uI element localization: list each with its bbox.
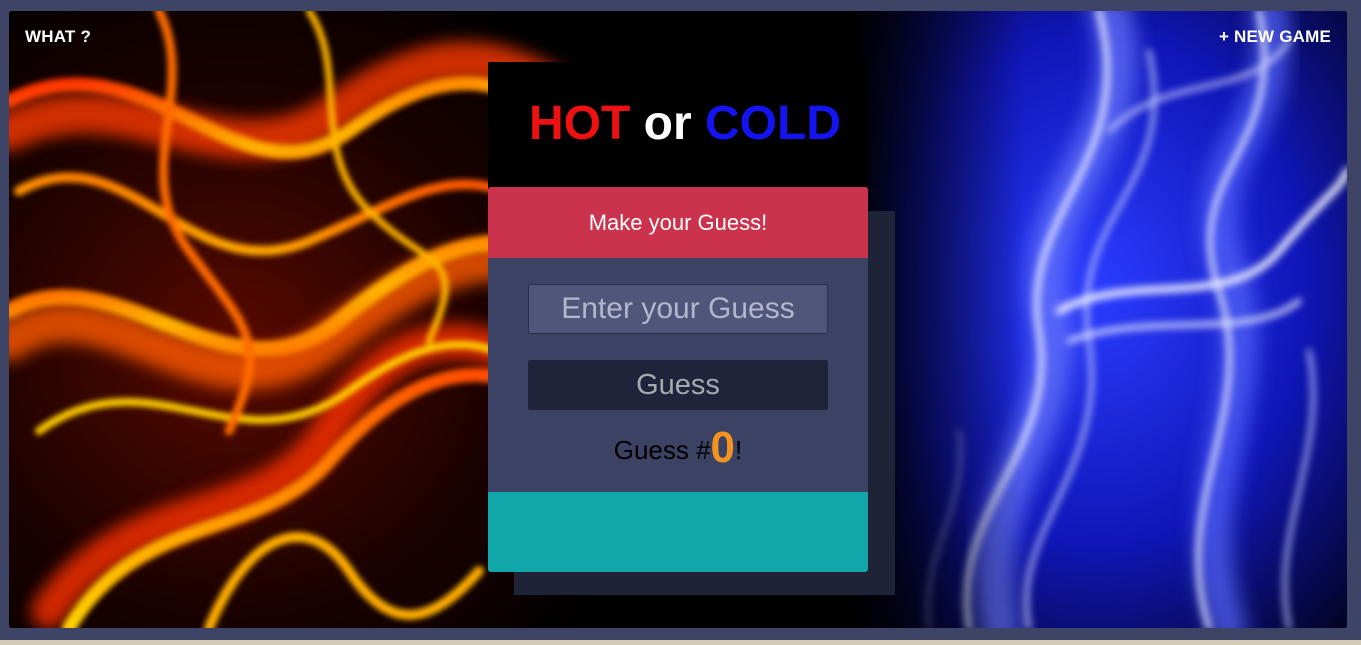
title-box: HOT or COLD (488, 62, 868, 192)
guess-count-value: 0 (710, 423, 736, 472)
guess-card: Make your Guess! Guess Guess #0! (488, 187, 868, 572)
card-header: Make your Guess! (488, 187, 868, 258)
guess-count-suffix: ! (735, 435, 743, 465)
what-link[interactable]: WHAT ? (25, 27, 91, 47)
title-cold: COLD (705, 97, 841, 150)
feedback-panel (488, 492, 868, 572)
smoke-background (849, 11, 1347, 628)
guess-input[interactable] (528, 284, 828, 334)
guess-button[interactable]: Guess (528, 360, 828, 410)
card-header-text: Make your Guess! (588, 209, 768, 235)
title-hot: HOT (529, 97, 631, 150)
guess-count-prefix: Guess # (613, 435, 711, 465)
title-or: or (643, 97, 692, 150)
taskbar-strip (0, 640, 1361, 645)
guess-counter: Guess #0! (488, 425, 868, 473)
new-game-link[interactable]: + NEW GAME (1219, 27, 1331, 47)
game-frame: WHAT ? + NEW GAME HOT or COLD Make your … (9, 11, 1347, 628)
game-title: HOT or COLD (529, 98, 841, 150)
